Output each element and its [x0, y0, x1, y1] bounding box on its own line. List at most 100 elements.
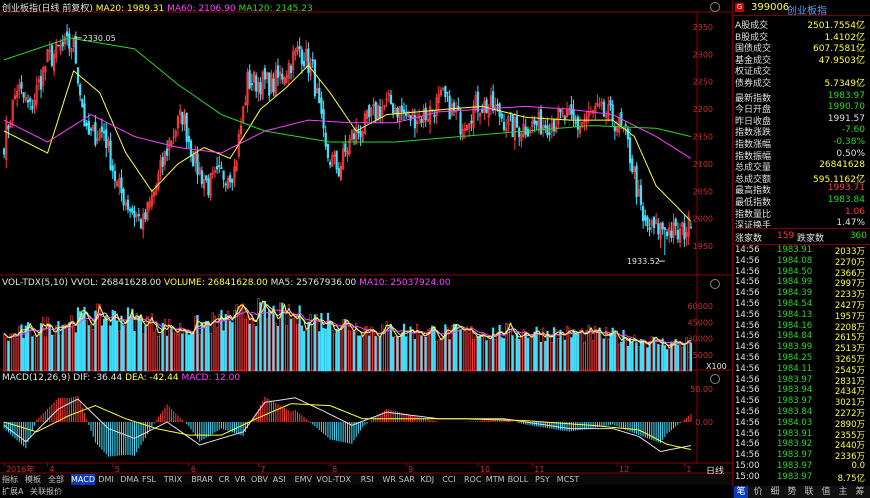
candle-body — [2, 148, 6, 155]
tick-time: 14:56 — [735, 245, 760, 255]
volume-bar — [468, 333, 471, 372]
tab-dmi[interactable]: DMI — [98, 474, 113, 485]
settings-icon[interactable] — [710, 2, 720, 12]
tab-roc[interactable]: ROC — [464, 474, 481, 485]
tab-全部[interactable]: 全部 — [48, 474, 64, 485]
volume-bar — [648, 342, 651, 372]
tab-kdj[interactable]: KDJ — [420, 474, 434, 485]
tab-vr[interactable]: VR — [235, 474, 246, 485]
candle-body — [192, 154, 195, 167]
volume-bar — [100, 325, 103, 372]
volume-bar — [315, 314, 319, 372]
volume-bar — [137, 315, 140, 372]
tab-trix[interactable]: TRIX — [164, 474, 182, 485]
tab-vol-tdx[interactable]: VOL-TDX — [316, 474, 351, 485]
tab-指标[interactable]: 指标 — [2, 474, 18, 485]
bottom-tab-1[interactable]: 关联报价 — [30, 486, 62, 498]
tick-row: 14:56 1984.16 2208万 — [735, 321, 865, 333]
chart-canvas[interactable]: 1950200020502100215022002250230023501500… — [0, 0, 732, 474]
tick-time: 14:56 — [735, 450, 760, 461]
volume-settings-icon[interactable] — [710, 279, 720, 289]
volume-bar — [420, 335, 423, 372]
tick-row: 14:56 1984.11 2545万 — [735, 364, 865, 376]
tab-psy[interactable]: PSY — [535, 474, 550, 485]
candle-body — [420, 119, 423, 123]
volume-bar — [557, 338, 560, 372]
candle-body — [272, 78, 275, 93]
tab-asi[interactable]: ASI — [273, 474, 286, 485]
tab-sar[interactable]: SAR — [399, 474, 415, 485]
volume-bar — [165, 335, 169, 372]
candle-body — [50, 45, 54, 66]
volume-bar — [448, 339, 451, 372]
tab-emv[interactable]: EMV — [295, 474, 312, 485]
volume-bar — [594, 326, 597, 372]
panel-tab-1[interactable]: 价 — [751, 486, 765, 498]
tab-macd[interactable]: MACD — [71, 474, 95, 485]
bottom-tab-0[interactable]: 扩展A — [2, 486, 23, 498]
candle-body — [644, 215, 647, 221]
volume-bar — [368, 335, 371, 372]
panel-tab-4[interactable]: 联 — [802, 486, 816, 498]
tick-price: 1984.84 — [777, 331, 813, 342]
tab-obv[interactable]: OBV — [251, 474, 268, 485]
volume-bar — [409, 326, 412, 372]
tab-dma[interactable]: DMA — [120, 474, 139, 485]
panel-tab-2[interactable]: 细 — [768, 486, 782, 498]
tab-wr[interactable]: WR — [382, 474, 395, 485]
volume-bar — [233, 309, 236, 372]
tab-mcst[interactable]: MCST — [557, 474, 579, 485]
panel-tab-6[interactable]: 主 — [836, 486, 850, 498]
candle-body — [61, 41, 64, 47]
candle-body — [307, 48, 310, 73]
candle-body — [102, 131, 106, 134]
candle-body — [405, 113, 408, 116]
panel-tab-7[interactable]: 筹 — [853, 486, 867, 498]
tab-fsl[interactable]: FSL — [142, 474, 156, 485]
volume-bar — [539, 341, 543, 372]
volume-bar — [605, 327, 608, 372]
volume-bar — [531, 335, 534, 372]
candle-body — [389, 94, 393, 105]
tick-volume: 0.0 — [851, 461, 865, 471]
macd-label-2: MACD: 12.00 — [178, 373, 241, 383]
tab-rsi[interactable]: RSI — [361, 474, 374, 485]
tab-cr[interactable]: CR — [219, 474, 230, 485]
volume-bar — [576, 332, 579, 372]
tab-brar[interactable]: BRAR — [191, 474, 213, 485]
volume-bar — [16, 338, 19, 372]
volume-bar — [318, 331, 321, 372]
volume-bar — [585, 330, 588, 372]
indicator-tabs: 指标 模板 全部 MACD DMI DMA FSL TRIX BRAR CR VR OBV ASI EMV… — [0, 474, 732, 485]
tick-row: 14:56 1984.39 2233万 — [735, 288, 865, 300]
volume-bar — [418, 334, 421, 372]
volume-bar — [433, 326, 436, 372]
macd-settings-icon[interactable] — [710, 374, 720, 384]
panel-tab-3[interactable]: 势 — [785, 486, 799, 498]
price-tick-label: 2100 — [693, 160, 713, 169]
volume-bar — [346, 321, 349, 372]
stat-row: 债券成交 5.7349亿 — [735, 76, 867, 89]
panel-tab-5[interactable]: 值 — [819, 486, 833, 498]
volume-bar — [289, 318, 293, 372]
candle-body — [181, 111, 184, 125]
volume-bar — [292, 317, 295, 372]
tick-row: 14:56 1983.97 2336万 — [735, 450, 865, 462]
tab-cci[interactable]: CCI — [442, 474, 456, 485]
tab-boll[interactable]: BOLL — [508, 474, 529, 485]
candle-body — [628, 137, 632, 164]
candle-body — [624, 124, 627, 126]
volume-bar — [681, 346, 684, 372]
g-icon[interactable]: G — [735, 3, 744, 12]
candle-body — [396, 108, 399, 118]
panel-tab-0[interactable]: 笔 — [734, 486, 748, 498]
volume-bar — [133, 331, 136, 372]
candle-body — [611, 104, 614, 122]
tick-row: 14:56 1983.84 2272万 — [735, 407, 865, 419]
volume-bar — [387, 325, 390, 372]
tab-模板[interactable]: 模板 — [25, 474, 41, 485]
candle-body — [639, 185, 643, 205]
candle-body — [109, 140, 112, 170]
volume-bar — [72, 326, 75, 372]
tab-mtm[interactable]: MTM — [486, 474, 505, 485]
